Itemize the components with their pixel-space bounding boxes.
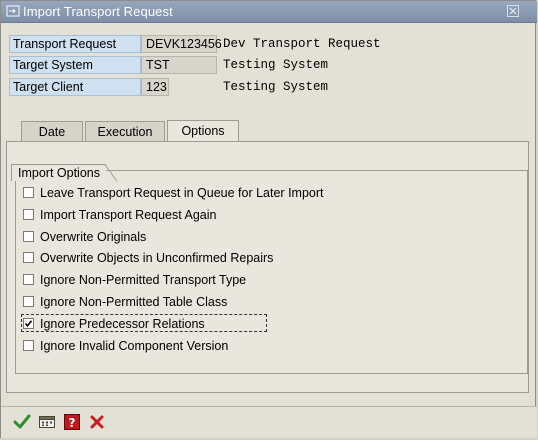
import-options-title: Import Options xyxy=(11,164,106,181)
checkbox[interactable] xyxy=(23,296,34,307)
help-icon: ? xyxy=(64,414,80,430)
checkbox[interactable] xyxy=(23,209,34,220)
title-bar: Import Transport Request xyxy=(1,1,537,23)
transport-request-description: Dev Transport Request xyxy=(223,37,381,51)
import-transport-dialog: Import Transport Request Transport Reque… xyxy=(0,0,537,438)
continue-button[interactable] xyxy=(13,413,31,431)
option-label: Leave Transport Request in Queue for Lat… xyxy=(40,186,324,200)
footer-toolbar: ? xyxy=(1,406,537,438)
window-title: Import Transport Request xyxy=(23,4,173,19)
checkbox[interactable] xyxy=(23,231,34,242)
checkmark-icon xyxy=(24,320,33,328)
target-client-label: Target Client xyxy=(9,78,141,96)
target-client-description: Testing System xyxy=(223,80,329,94)
checkbox-checked[interactable] xyxy=(23,318,34,329)
tab-options[interactable]: Options xyxy=(167,120,239,142)
tab-execution[interactable]: Execution xyxy=(85,121,165,141)
option-label: Ignore Predecessor Relations xyxy=(40,317,205,331)
cancel-icon xyxy=(90,415,104,429)
svg-text:?: ? xyxy=(69,416,76,430)
checkbox[interactable] xyxy=(23,187,34,198)
checkbox[interactable] xyxy=(23,340,34,351)
close-icon xyxy=(509,7,517,15)
transport-request-label: Transport Request xyxy=(9,35,141,53)
tab-date[interactable]: Date xyxy=(21,121,83,141)
option-label: Ignore Non-Permitted Table Class xyxy=(40,295,228,309)
target-system-value: TST xyxy=(141,56,217,74)
help-button[interactable]: ? xyxy=(63,413,81,431)
schedule-button[interactable] xyxy=(38,413,56,431)
target-system-label: Target System xyxy=(9,56,141,74)
option-label: Ignore Invalid Component Version xyxy=(40,339,229,353)
checkmark-icon xyxy=(13,414,31,429)
option-label: Overwrite Originals xyxy=(40,230,147,244)
transport-request-value: DEVK123456 xyxy=(141,35,222,53)
option-label: Ignore Non-Permitted Transport Type xyxy=(40,273,247,287)
target-client-value: 123 xyxy=(141,78,169,96)
window-icon xyxy=(6,5,20,17)
cancel-button[interactable] xyxy=(88,413,106,431)
close-button[interactable] xyxy=(507,5,519,17)
group-title-corner xyxy=(99,164,118,182)
option-label: Overwrite Objects in Unconfirmed Repairs xyxy=(40,251,274,265)
checkbox[interactable] xyxy=(23,252,34,263)
schedule-icon xyxy=(39,416,55,428)
checkbox[interactable] xyxy=(23,274,34,285)
option-label: Import Transport Request Again xyxy=(40,208,217,222)
target-system-description: Testing System xyxy=(223,58,329,72)
